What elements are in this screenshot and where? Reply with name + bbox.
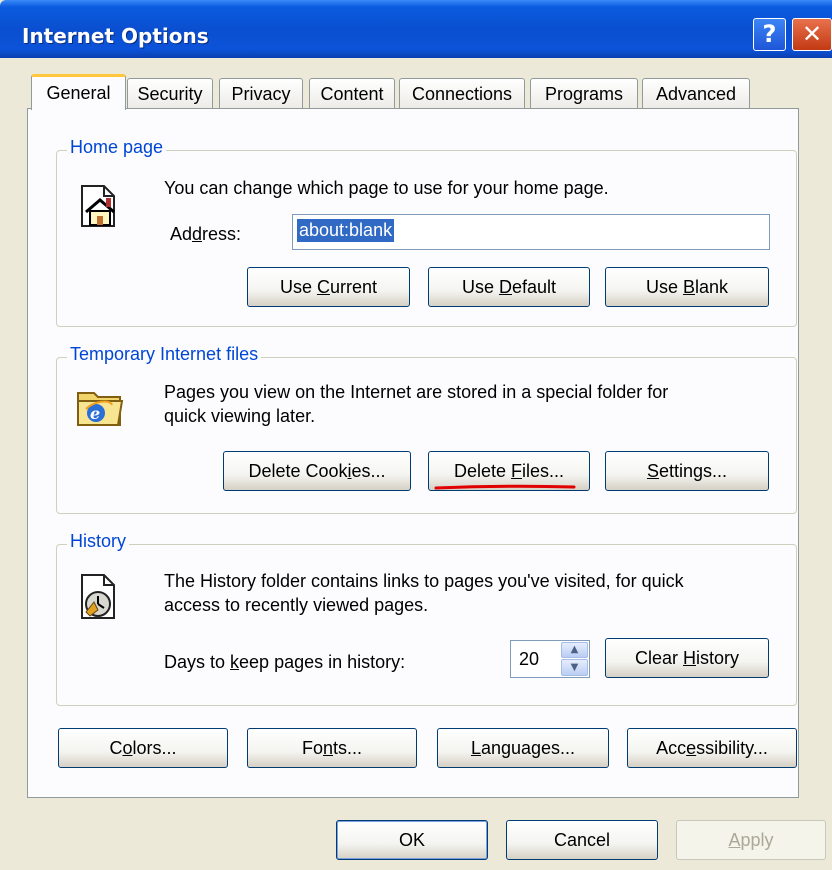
help-button[interactable]: ? [753, 18, 786, 51]
clear-history-button[interactable]: Clear History [605, 638, 769, 678]
tab-connections[interactable]: Connections [399, 78, 525, 109]
spin-up-button[interactable]: ▲ [561, 642, 588, 658]
address-label: Address: [170, 224, 242, 244]
temp-files-description-line1: Pages you view on the Internet are store… [164, 382, 669, 402]
cancel-button[interactable]: Cancel [506, 820, 658, 860]
days-value: 20 [519, 649, 540, 669]
spin-down-button[interactable]: ▼ [561, 659, 588, 676]
fonts-button[interactable]: Fonts... [247, 728, 417, 768]
accessibility-button[interactable]: Accessibility... [627, 728, 797, 768]
history-legend: History [67, 531, 130, 552]
settings-button[interactable]: Settings... [605, 451, 769, 491]
history-description-line2: access to recently viewed pages. [164, 595, 429, 615]
chevron-up-icon: ▲ [570, 644, 579, 655]
address-input[interactable]: about:blank [292, 214, 770, 250]
home-page-description: You can change which page to use for you… [164, 178, 609, 198]
days-to-keep-label: Days to keep pages in history: [164, 652, 406, 672]
chevron-down-icon: ▼ [570, 662, 579, 673]
delete-cookies-button[interactable]: Delete Cookies... [223, 451, 411, 491]
history-icon [81, 574, 115, 619]
tab-advanced[interactable]: Advanced [642, 78, 750, 109]
address-value: about:blank [297, 219, 395, 242]
close-icon: ✕ [801, 20, 823, 48]
tab-content[interactable]: Content [309, 78, 395, 109]
history-description-line1: The History folder contains links to pag… [164, 571, 684, 591]
home-page-legend: Home page [67, 137, 167, 158]
window-title: Internet Options [22, 24, 209, 48]
apply-button[interactable]: Apply [676, 820, 826, 860]
languages-button[interactable]: Languages... [437, 728, 609, 768]
days-stepper[interactable]: 20 ▲ ▼ [510, 640, 590, 678]
tab-programs[interactable]: Programs [530, 78, 638, 109]
svg-text:e: e [90, 404, 100, 423]
temp-files-legend: Temporary Internet files [67, 344, 262, 365]
close-button[interactable]: ✕ [792, 18, 832, 51]
question-icon: ? [762, 20, 777, 48]
colors-button[interactable]: Colors... [58, 728, 228, 768]
tab-security[interactable]: Security [127, 78, 213, 109]
home-page-icon [81, 185, 115, 227]
tab-general[interactable]: General [31, 74, 126, 110]
ok-button[interactable]: OK [336, 820, 488, 860]
use-current-button[interactable]: Use Current [247, 267, 410, 307]
tab-privacy[interactable]: Privacy [219, 78, 303, 109]
use-blank-button[interactable]: Use Blank [605, 267, 769, 307]
use-default-button[interactable]: Use Default [428, 267, 590, 307]
folder-ie-icon: e [77, 392, 124, 426]
red-annotation-underline [434, 484, 576, 490]
temp-files-description-line2: quick viewing later. [164, 406, 316, 426]
